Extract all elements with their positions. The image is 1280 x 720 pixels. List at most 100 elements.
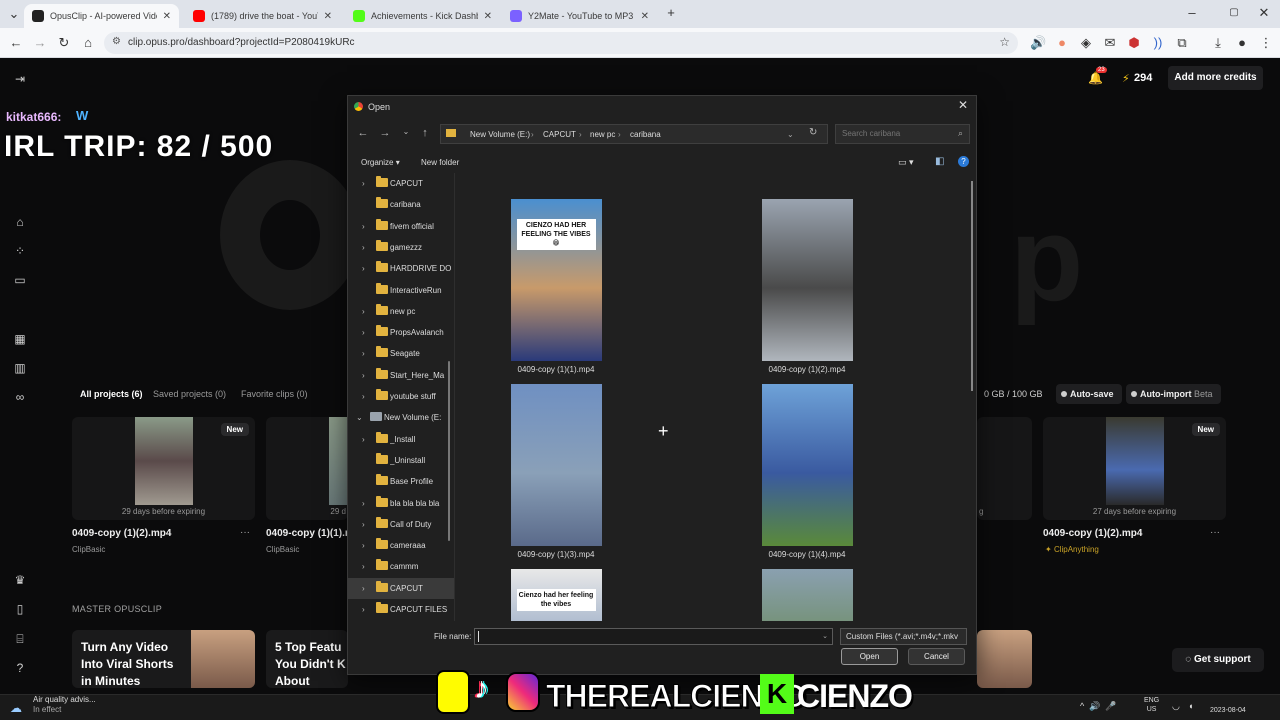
chevron-right-icon[interactable]: ›: [362, 499, 365, 508]
nav-folder-item[interactable]: _Uninstall: [348, 450, 454, 471]
project-card[interactable]: 29 d: [266, 417, 348, 520]
chevron-right-icon[interactable]: ›: [362, 562, 365, 571]
chevron-right-icon[interactable]: ›: [362, 243, 365, 252]
file-item[interactable]: 0409-copy (1)(2).mp4: [752, 199, 862, 374]
nav-folder-item[interactable]: › HARDDRIVE DO: [348, 258, 454, 279]
calendar-nav-icon[interactable]: ▦: [13, 332, 27, 346]
chevron-right-icon[interactable]: ›: [362, 541, 365, 550]
close-window-icon[interactable]: ✕: [1256, 5, 1272, 21]
file-item[interactable]: CIENZO HAD HER FEELING THE VIBES😁 0409-co…: [501, 199, 611, 374]
get-support-button[interactable]: ◌ Get support: [1172, 648, 1264, 672]
close-tab-icon[interactable]: ✕: [163, 11, 171, 22]
download-icon[interactable]: ⤓: [1210, 35, 1226, 51]
gift-nav-icon[interactable]: ⌸: [13, 632, 27, 646]
home-icon[interactable]: ⌂: [80, 35, 96, 51]
breadcrumb-item[interactable]: caribana: [630, 130, 661, 139]
more-options-icon[interactable]: ···: [1210, 527, 1220, 538]
browser-tab[interactable]: Achievements - Kick Dashboard ✕: [345, 4, 500, 28]
project-card[interactable]: New 27 days before expiring: [1043, 417, 1226, 520]
site-info-icon[interactable]: ⚙: [112, 36, 121, 47]
chevron-right-icon[interactable]: ›: [362, 307, 365, 316]
sidebar-expand-icon[interactable]: ⇥: [13, 72, 27, 86]
chevron-right-icon[interactable]: ›: [362, 179, 365, 188]
search-input[interactable]: [842, 129, 952, 138]
breadcrumb-item[interactable]: new pc: [590, 130, 615, 139]
extensions-puzzle-icon[interactable]: ⧉: [1174, 35, 1190, 51]
learn-nav-icon[interactable]: ▯: [13, 602, 27, 616]
nav-folder-item[interactable]: › Start_Here_Ma: [348, 365, 454, 386]
nav-folder-item[interactable]: › fivem official: [348, 216, 454, 237]
nav-folder-item[interactable]: › CAPCUT: [348, 173, 454, 194]
recent-locations-icon[interactable]: ⌄: [399, 127, 413, 136]
cancel-button[interactable]: Cancel: [908, 648, 965, 665]
tab-favorite-clips[interactable]: Favorite clips (0): [241, 389, 308, 399]
search-field[interactable]: ⌕: [835, 124, 970, 144]
chevron-right-icon[interactable]: ›: [362, 349, 365, 358]
language-indicator[interactable]: ENG US: [1144, 696, 1159, 714]
nav-folder-item[interactable]: › cammm: [348, 556, 454, 577]
shield-extension-icon[interactable]: ◈: [1078, 35, 1094, 51]
nav-folder-item[interactable]: › new pc: [348, 301, 454, 322]
breadcrumb-item[interactable]: New Volume (E:): [470, 130, 530, 139]
chevron-right-icon[interactable]: ›: [362, 520, 365, 529]
nav-folder-item[interactable]: caribana: [348, 194, 454, 215]
tab-all-projects[interactable]: All projects (6): [80, 389, 143, 399]
browser-tab[interactable]: Y2Mate - YouTube to MP3 Con ✕: [502, 4, 657, 28]
back-icon[interactable]: ←: [8, 35, 24, 51]
new-folder-button[interactable]: New folder: [421, 158, 459, 167]
chevron-right-icon[interactable]: ›: [362, 222, 365, 231]
mail-extension-icon[interactable]: ✉: [1102, 35, 1118, 51]
chevron-right-icon[interactable]: ›: [362, 328, 365, 337]
file-name-input[interactable]: ⌄: [474, 628, 833, 645]
more-options-icon[interactable]: ···: [240, 527, 250, 538]
nav-folder-item[interactable]: › PropsAvalanch: [348, 322, 454, 343]
auto-save-toggle[interactable]: Auto-save: [1056, 384, 1122, 404]
network-icon[interactable]: ◡: [1172, 701, 1180, 712]
project-name[interactable]: 0409-copy (1)(2).mp4: [72, 528, 171, 539]
tab-saved-projects[interactable]: Saved projects (0): [153, 389, 226, 399]
nav-folder-item[interactable]: › bla bla bla bla: [348, 493, 454, 514]
extension-icon[interactable]: ●: [1054, 35, 1070, 51]
folder-nav-icon[interactable]: ▭: [13, 273, 27, 287]
home-nav-icon[interactable]: ⌂: [13, 215, 27, 229]
help-icon[interactable]: ?: [958, 156, 969, 167]
file-type-filter[interactable]: Custom Files (*.avi;*.m4v;*.mkv: [840, 628, 967, 645]
chevron-right-icon[interactable]: ›: [362, 584, 365, 593]
link-nav-icon[interactable]: ∞: [13, 390, 27, 404]
organize-button[interactable]: Organize ▾: [361, 158, 400, 167]
nav-folder-item[interactable]: › youtube stuff: [348, 386, 454, 407]
file-list-scrollbar[interactable]: [971, 181, 973, 391]
breadcrumb-item[interactable]: CAPCUT: [543, 130, 576, 139]
up-folder-icon[interactable]: ↑: [418, 127, 432, 139]
browser-tab[interactable]: (1789) drive the boat - YouTube ✕: [185, 4, 340, 28]
nav-folder-item[interactable]: › _Install: [348, 429, 454, 450]
chevron-right-icon[interactable]: ›: [362, 605, 365, 614]
nav-folder-item[interactable]: ⌄ New Volume (E:: [348, 407, 454, 428]
file-item[interactable]: 0409-copy (1)(3).mp4: [501, 384, 611, 559]
notification-bell-icon[interactable]: 🔔 23: [1088, 67, 1107, 85]
menu-kebab-icon[interactable]: ⋮: [1258, 35, 1274, 51]
tab-search-icon[interactable]: ⌄: [6, 6, 22, 22]
refresh-icon[interactable]: ↻: [809, 127, 817, 138]
address-bar[interactable]: ⚙ clip.opus.pro/dashboard?projectId=P208…: [104, 32, 1018, 54]
chevron-down-icon[interactable]: ⌄: [822, 632, 828, 640]
close-tab-icon[interactable]: ✕: [484, 11, 492, 22]
file-item[interactable]: [752, 569, 862, 621]
forward-icon[interactable]: →: [32, 35, 48, 51]
chevron-right-icon[interactable]: ›: [362, 435, 365, 444]
nav-folder-item[interactable]: › Seagate: [348, 343, 454, 364]
pane-splitter[interactable]: [454, 173, 455, 621]
weather-widget[interactable]: Air quality advis... In effect: [33, 695, 96, 715]
nav-scrollbar[interactable]: [448, 361, 450, 541]
nav-folder-item[interactable]: › gamezzz: [348, 237, 454, 258]
nav-folder-item[interactable]: › CAPCUT: [348, 577, 454, 599]
nav-folder-item[interactable]: › CAPCUT FILES: [348, 599, 454, 620]
audio-extension-icon[interactable]: )): [1150, 35, 1166, 51]
open-button[interactable]: Open: [841, 648, 898, 665]
project-card-partial[interactable]: g: [977, 417, 1032, 520]
reload-icon[interactable]: ↻: [56, 35, 72, 51]
bookmark-star-icon[interactable]: ☆: [999, 35, 1010, 49]
analytics-nav-icon[interactable]: ▥: [13, 361, 27, 375]
add-credits-button[interactable]: Add more credits: [1168, 66, 1263, 90]
promo-card-partial[interactable]: [977, 630, 1032, 688]
